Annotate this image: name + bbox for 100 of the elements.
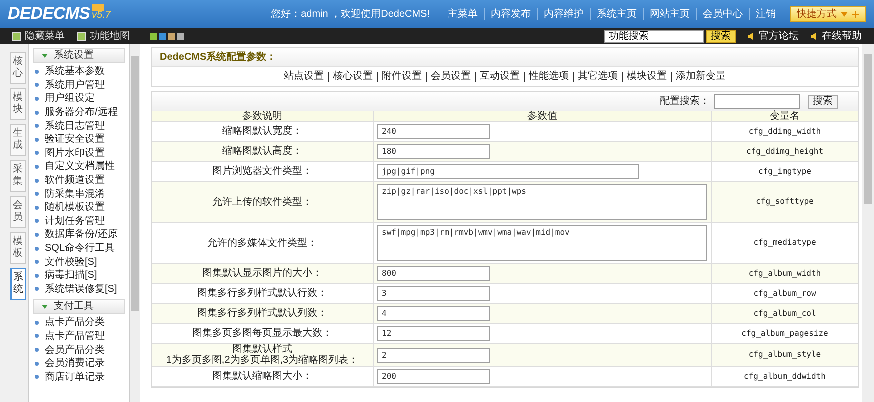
bullet-icon <box>35 246 39 251</box>
bullet-icon <box>35 260 39 264</box>
menu-item[interactable]: 数据库备份/还原 <box>33 228 125 242</box>
side-tab[interactable]: 系统 <box>10 268 26 300</box>
nav-link[interactable]: 主菜单 <box>442 6 484 22</box>
bullet-icon <box>35 348 39 352</box>
nav-link[interactable]: 注销 <box>750 6 782 22</box>
text-area[interactable]: zip|gz|rar|iso|doc|xsl|ppt|wps <box>377 184 707 220</box>
menu-group-header[interactable]: 系统设置 <box>33 48 125 63</box>
menu-item[interactable]: 防采集串混淆 <box>33 187 125 201</box>
toolbar-link[interactable]: 在线帮助 <box>811 28 862 44</box>
side-tab[interactable]: 核心 <box>10 52 26 84</box>
input-field[interactable]: 12 <box>377 326 490 341</box>
skin-swatch-icon[interactable] <box>168 32 175 40</box>
speaker-icon <box>811 32 818 40</box>
input-field[interactable]: 800 <box>377 266 490 281</box>
menu-item[interactable]: 病毒扫描[S] <box>33 268 125 282</box>
bullet-icon <box>35 206 39 210</box>
input-field[interactable]: 3 <box>377 286 490 301</box>
table-cell: 图集多行多列样式默认列数： <box>152 304 374 324</box>
settings-tab[interactable]: 附件设置 <box>382 69 422 84</box>
config-search-field[interactable] <box>714 94 800 109</box>
menu-item[interactable]: 服务器分布/远程 <box>33 106 125 120</box>
menu-item[interactable]: 软件频道设置 <box>33 174 125 188</box>
toolbar-link[interactable]: 官方论坛 <box>748 28 799 44</box>
menu-item[interactable]: 点卡产品管理 <box>33 330 125 344</box>
input-field[interactable]: 4 <box>377 306 490 321</box>
search-button[interactable]: 搜索 <box>808 94 838 108</box>
settings-tab[interactable]: 其它选项 <box>578 69 618 84</box>
menu-item[interactable]: 系统基本参数 <box>33 65 125 79</box>
bullet-icon <box>35 362 39 366</box>
greeting-text: 您好：admin ，欢迎使用DedeCMS! <box>271 8 430 22</box>
side-tab[interactable]: 生成 <box>10 124 26 156</box>
table-cell: 允许的多媒体文件类型： <box>152 223 374 264</box>
bullet-icon <box>35 110 39 115</box>
menu-item[interactable]: 计划任务管理 <box>33 214 125 228</box>
side-tab[interactable]: 会员 <box>10 196 26 228</box>
search-button[interactable]: 搜索 <box>706 30 736 42</box>
settings-tab[interactable]: 核心设置 <box>333 69 373 84</box>
table-cell: 缩略图默认高度： <box>152 142 374 162</box>
text-area[interactable]: swf|mpg|mp3|rm|rmvb|wmv|wma|wav|mid|mov <box>377 225 707 261</box>
bullet-icon <box>35 164 39 169</box>
menu-item[interactable]: 自定义文档属性 <box>33 160 125 174</box>
input-field[interactable]: jpg|gif|png <box>377 164 639 179</box>
table-cell: 图集默认显示图片的大小： <box>152 264 374 284</box>
bullet-icon <box>35 83 39 88</box>
nav-link[interactable]: 内容发布 <box>485 6 537 22</box>
skin-swatch-icon[interactable] <box>159 32 166 40</box>
menu-item[interactable]: 用户组设定 <box>33 92 125 106</box>
table-cell: cfg_ddimg_height <box>712 142 858 162</box>
menu-item[interactable]: 点卡产品分类 <box>33 316 125 330</box>
input-field[interactable]: 240 <box>377 124 490 139</box>
bullet-icon <box>35 178 39 183</box>
menu-item[interactable]: SQL命令行工具 <box>33 242 125 256</box>
bullet-icon <box>35 70 39 74</box>
settings-tab[interactable]: 互动设置 <box>480 69 520 84</box>
settings-tab[interactable]: 添加新变量 <box>676 69 726 84</box>
menu-item[interactable]: 文件校验[S] <box>33 255 125 269</box>
table-cell: 缩略图默认宽度： <box>152 122 374 142</box>
bullet-icon <box>35 192 39 196</box>
bullet-icon <box>35 232 39 237</box>
nav-link[interactable]: 会员中心 <box>697 6 749 22</box>
scrollbar[interactable] <box>862 44 874 402</box>
settings-tab[interactable]: 站点设置 <box>284 69 324 84</box>
menu-item[interactable]: 商店订单记录 <box>33 370 125 384</box>
table-cell: 图集多行多列样式默认行数： <box>152 284 374 304</box>
input-field[interactable]: 180 <box>377 144 490 159</box>
settings-tab[interactable]: 性能选项 <box>529 69 569 84</box>
caret-icon <box>42 52 48 58</box>
menu-item[interactable]: 系统错误修复[S] <box>33 282 125 296</box>
menu-item[interactable]: 系统用户管理 <box>33 78 125 92</box>
nav-link[interactable]: 网站主页 <box>644 6 696 22</box>
menu-group-header[interactable]: 支付工具 <box>33 299 125 314</box>
side-tab[interactable]: 模块 <box>10 88 26 120</box>
toolbar-button[interactable]: 隐藏菜单 <box>12 28 65 44</box>
settings-tab[interactable]: 模块设置 <box>627 69 667 84</box>
menu-item[interactable]: 随机模板设置 <box>33 200 125 215</box>
search-field[interactable]: 功能搜索 <box>604 30 704 42</box>
nav-link[interactable]: 内容维护 <box>538 6 590 22</box>
menu-item[interactable]: 会员产品分类 <box>33 343 125 357</box>
menu-item[interactable]: 验证安全设置 <box>33 132 125 147</box>
nav-link[interactable]: 系统主页 <box>591 6 643 22</box>
input-field[interactable]: 200 <box>377 369 490 384</box>
table-cell: cfg_album_col <box>712 304 858 324</box>
scrollbar[interactable] <box>130 44 140 402</box>
search-label: 配置搜索： <box>660 94 710 109</box>
version-label: v5.7 <box>92 10 111 20</box>
menu-item[interactable]: 会员消费记录 <box>33 356 125 370</box>
side-tab[interactable]: 模板 <box>10 232 26 264</box>
input-field[interactable]: 2 <box>377 348 490 362</box>
settings-tab[interactable]: 会员设置 <box>431 69 471 84</box>
toolbar-button[interactable]: 功能地图 <box>77 28 130 44</box>
skin-swatch-icon[interactable] <box>177 32 184 40</box>
menu-item[interactable]: 系统日志管理 <box>33 119 125 133</box>
side-tab[interactable]: 采集 <box>10 160 26 192</box>
bullet-icon <box>35 334 39 338</box>
shortcut-button[interactable]: 快捷方式 <box>790 6 866 22</box>
menu-item[interactable]: 图片水印设置 <box>33 146 125 160</box>
skin-swatch-icon[interactable] <box>150 32 157 40</box>
table-cell: cfg_album_width <box>712 264 858 284</box>
